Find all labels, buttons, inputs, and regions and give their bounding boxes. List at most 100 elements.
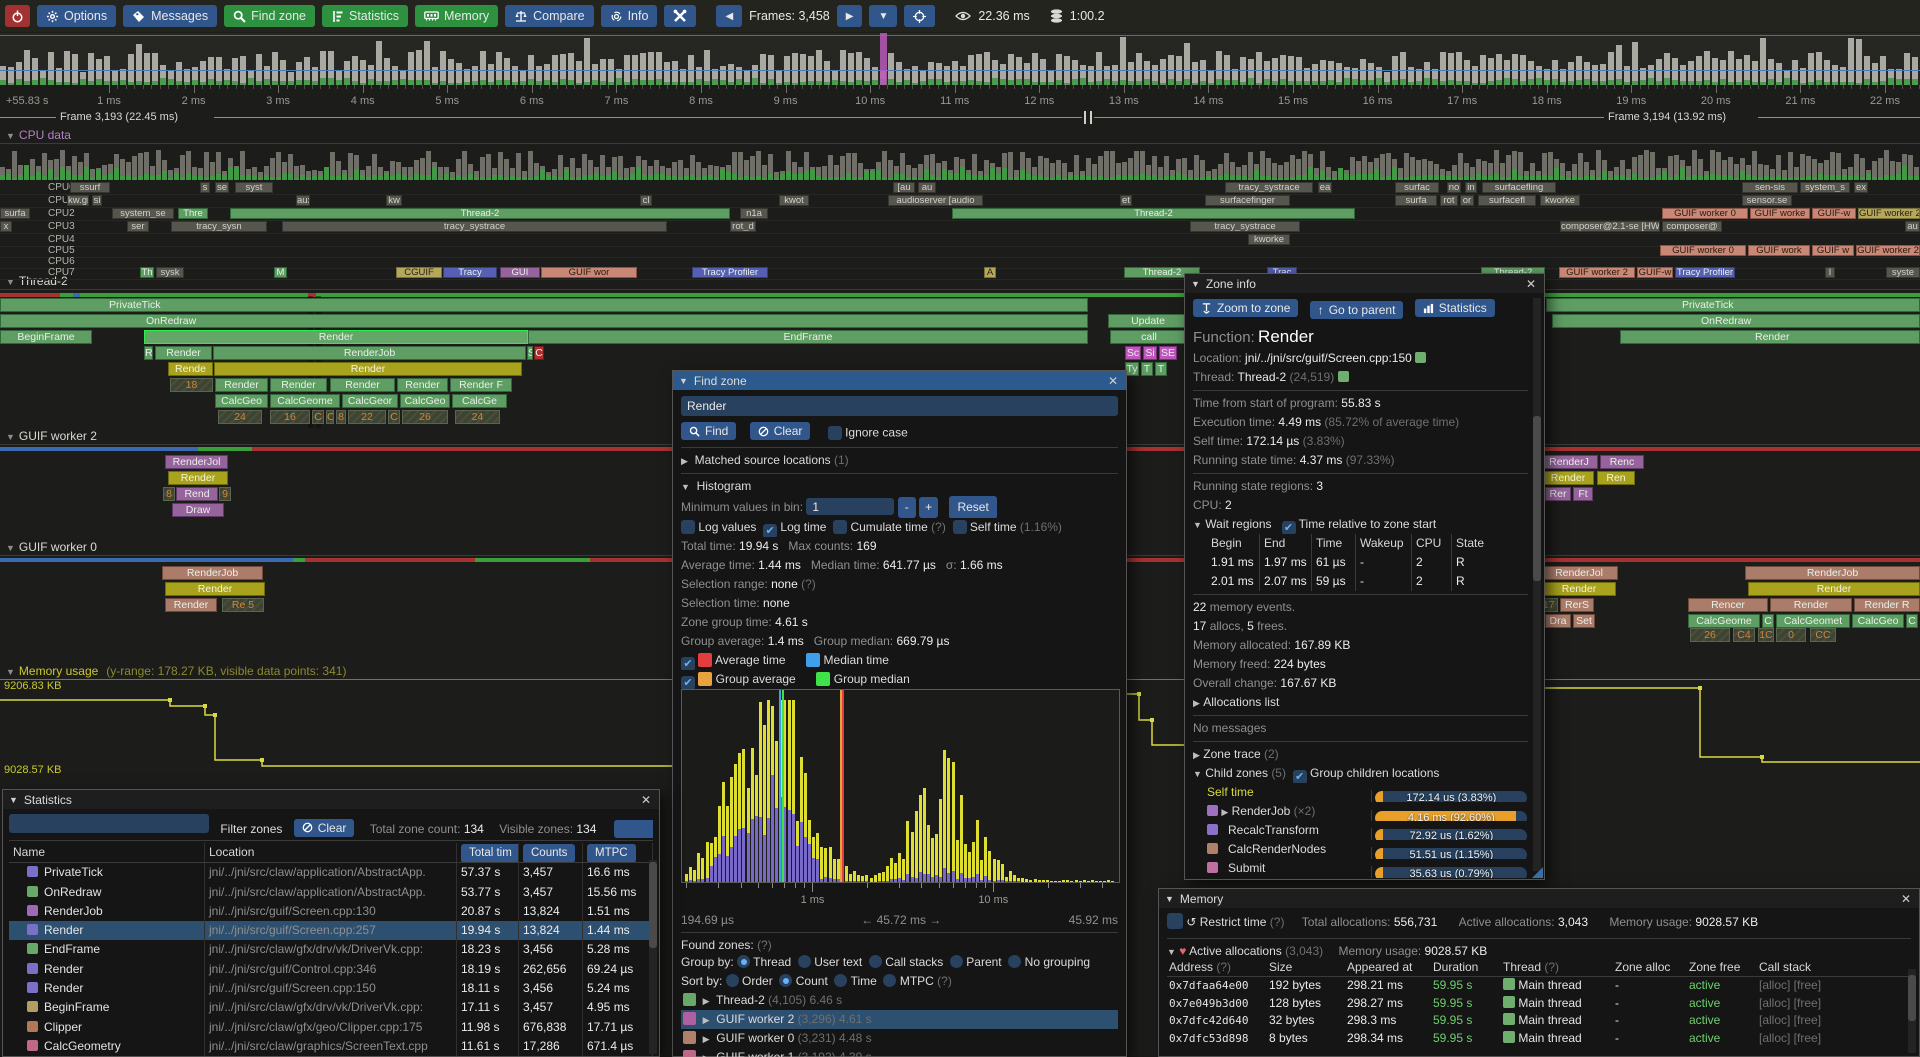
- memory-col-header[interactable]: Call stack: [1757, 959, 1897, 976]
- time-relative-checkbox[interactable]: [1282, 521, 1296, 534]
- collapse-icon[interactable]: ▼: [1191, 279, 1200, 289]
- filter-input[interactable]: [9, 814, 209, 833]
- histogram-section-row[interactable]: ▼ Histogram: [681, 477, 1118, 496]
- minus-button[interactable]: -: [898, 497, 916, 518]
- self-time-checkbox[interactable]: [953, 520, 967, 534]
- plus-button[interactable]: +: [919, 497, 938, 518]
- zone-statistics-button[interactable]: Statistics: [1415, 299, 1495, 317]
- wait-regions-row[interactable]: ▼ Wait regions Time relative to zone sta…: [1193, 515, 1528, 534]
- stat-counts-cell: 676,838: [519, 1018, 583, 1037]
- memory-col-header[interactable]: Size: [1267, 959, 1345, 976]
- stat-col-header[interactable]: Counts: [519, 843, 583, 862]
- histogram-bar: [947, 758, 950, 873]
- legend-checkbox[interactable]: [681, 676, 695, 689]
- expand-icon[interactable]: ▶: [703, 1034, 710, 1044]
- sort-by-radio[interactable]: [726, 974, 739, 987]
- close-icon[interactable]: ✕: [1524, 277, 1538, 291]
- group-by-radio[interactable]: [1008, 955, 1021, 968]
- group-children-checkbox[interactable]: [1293, 770, 1307, 783]
- sort-by-radio[interactable]: [883, 974, 896, 987]
- sort-by-radio[interactable]: [834, 974, 847, 987]
- statistics-scrollbar[interactable]: [649, 860, 657, 1054]
- log-time-checkbox[interactable]: [763, 524, 777, 537]
- memory-row[interactable]: 0x7dfc53d8988 bytes298.34 ms59.95 s Main…: [1167, 1030, 1911, 1047]
- memory-col-header[interactable]: Appeared at: [1345, 959, 1431, 976]
- legend-checkbox[interactable]: [681, 657, 695, 670]
- table-row[interactable]: BeginFramejni/../jni/src/claw/gfx/drv/vk…: [9, 998, 653, 1017]
- table-row[interactable]: OnRedrawjni/../jni/src/claw/application/…: [9, 883, 653, 902]
- zone-info-scrollbar[interactable]: [1533, 298, 1541, 871]
- log-values-checkbox[interactable]: [681, 520, 695, 534]
- zoom-to-zone-button[interactable]: Zoom to zone: [1193, 299, 1298, 317]
- stat-col-header[interactable]: Total tim: [457, 843, 519, 862]
- child-zone-row[interactable]: Submit 35.63 us (0.79%): [1193, 859, 1528, 878]
- group-by-radio[interactable]: [798, 955, 811, 968]
- expand-icon[interactable]: ▶: [703, 996, 710, 1006]
- zone-info-titlebar[interactable]: ▼ Zone info ✕: [1185, 274, 1544, 293]
- active-allocations-row[interactable]: ▼ ♥ Active allocations (3,043) Memory us…: [1167, 942, 1911, 959]
- memory-titlebar[interactable]: ▼ Memory ✕: [1159, 889, 1919, 908]
- table-row[interactable]: Renderjni/../jni/src/guif/Screen.cpp:150…: [9, 979, 653, 998]
- group-by-radio[interactable]: [869, 955, 882, 968]
- found-zone-group[interactable]: ▶ Thread-2 (4,105) 6.46 s: [681, 991, 1118, 1010]
- memory-row[interactable]: 0x7dfc42d64032 bytes298.3 ms59.95 s Main…: [1167, 1012, 1911, 1029]
- partial-button[interactable]: [614, 820, 653, 838]
- collapse-icon[interactable]: ▼: [9, 795, 18, 805]
- expand-icon[interactable]: ▶: [1221, 807, 1228, 817]
- ignore-case-checkbox[interactable]: [828, 426, 842, 440]
- found-zone-group[interactable]: ▶ GUIF worker 2 (3,296) 4.61 s: [681, 1010, 1118, 1029]
- matched-source-locations-row[interactable]: ▶ Matched source locations (1): [681, 451, 1118, 470]
- allocations-list-row[interactable]: ▶ Allocations list: [1193, 693, 1528, 712]
- collapse-icon[interactable]: ▼: [679, 376, 688, 386]
- resize-grip[interactable]: [1532, 867, 1543, 878]
- memory-col-header[interactable]: Zone free: [1687, 959, 1757, 976]
- min-bin-input[interactable]: 1: [806, 498, 894, 515]
- memory-row[interactable]: 0x7dfaa64e00192 bytes298.21 ms59.95 s Ma…: [1167, 977, 1911, 994]
- memory-col-header[interactable]: Zone alloc: [1613, 959, 1687, 976]
- expand-icon[interactable]: ▶: [703, 1015, 710, 1025]
- find-zone-titlebar[interactable]: ▼ Find zone ✕: [673, 371, 1126, 390]
- group-by-radio[interactable]: [737, 955, 750, 968]
- go-to-parent-button[interactable]: ↑Go to parent: [1310, 301, 1404, 319]
- table-row[interactable]: Clipperjni/../jni/src/claw/gfx/geo/Clipp…: [9, 1018, 653, 1037]
- found-zone-group[interactable]: ▶ GUIF worker 0 (3,231) 4.48 s: [681, 1029, 1118, 1048]
- table-row[interactable]: EndFramejni/../jni/src/claw/gfx/drv/vk/D…: [9, 940, 653, 959]
- restrict-time-checkbox[interactable]: [1167, 913, 1183, 929]
- table-row[interactable]: PrivateTickjni/../jni/src/claw/applicati…: [9, 863, 653, 882]
- find-button[interactable]: Find: [681, 422, 736, 440]
- table-row[interactable]: RenderJobjni/../jni/src/guif/Screen.cpp:…: [9, 902, 653, 921]
- histogram-marker-line: [782, 690, 784, 882]
- statistics-titlebar[interactable]: ▼ Statistics ✕: [3, 790, 659, 809]
- reset-button[interactable]: Reset: [949, 496, 996, 518]
- zone-trace-row[interactable]: ▶ Zone trace (2): [1193, 745, 1528, 764]
- memory-col-header[interactable]: Address (?): [1167, 959, 1267, 976]
- stat-col-header[interactable]: MTPC: [583, 843, 653, 862]
- cumulate-time-checkbox[interactable]: [833, 520, 847, 534]
- clear-button[interactable]: Clear: [750, 422, 811, 440]
- close-icon[interactable]: ✕: [639, 793, 653, 807]
- child-zones-row[interactable]: ▼ Child zones (5) Group children locatio…: [1193, 764, 1528, 783]
- thread-color-swatch[interactable]: [1338, 371, 1349, 382]
- collapse-icon[interactable]: ▼: [1165, 894, 1174, 904]
- child-zone-row[interactable]: Self time 172.14 us (3.83%): [1193, 783, 1528, 802]
- expand-icon[interactable]: ▶: [703, 1053, 710, 1057]
- table-row[interactable]: Renderjni/../jni/src/guif/Control.cpp:34…: [9, 960, 653, 979]
- child-zone-row[interactable]: RecalcTransform 72.92 us (1.62%): [1193, 821, 1528, 840]
- table-row[interactable]: Renderjni/../jni/src/guif/Screen.cpp:257…: [9, 921, 653, 940]
- histogram-panel[interactable]: [681, 689, 1120, 883]
- search-input[interactable]: Render: [681, 396, 1118, 416]
- group-by-radio[interactable]: [950, 955, 963, 968]
- memory-scrollbar[interactable]: [1908, 969, 1916, 1053]
- found-zone-group[interactable]: ▶ GUIF worker 1 (3,192) 4.39 s: [681, 1048, 1118, 1057]
- memory-col-header[interactable]: Duration: [1431, 959, 1501, 976]
- memory-row[interactable]: 0x7e049b3d00128 bytes298.27 ms59.95 s Ma…: [1167, 995, 1911, 1012]
- clear-filter-button[interactable]: Clear: [294, 819, 355, 837]
- close-icon[interactable]: ✕: [1106, 374, 1120, 388]
- close-icon[interactable]: ✕: [1899, 892, 1913, 906]
- table-row[interactable]: CalcGeometryjni/../jni/src/claw/graphics…: [9, 1037, 653, 1056]
- sort-by-radio[interactable]: [779, 974, 792, 987]
- child-zone-row[interactable]: CalcRenderNodes 51.51 us (1.15%): [1193, 840, 1528, 859]
- location-color-swatch[interactable]: [1415, 352, 1426, 363]
- memory-col-header[interactable]: Thread (?): [1501, 959, 1613, 976]
- child-zone-row[interactable]: ▶ RenderJob (×2) 4.16 ms (92.60%): [1193, 802, 1528, 821]
